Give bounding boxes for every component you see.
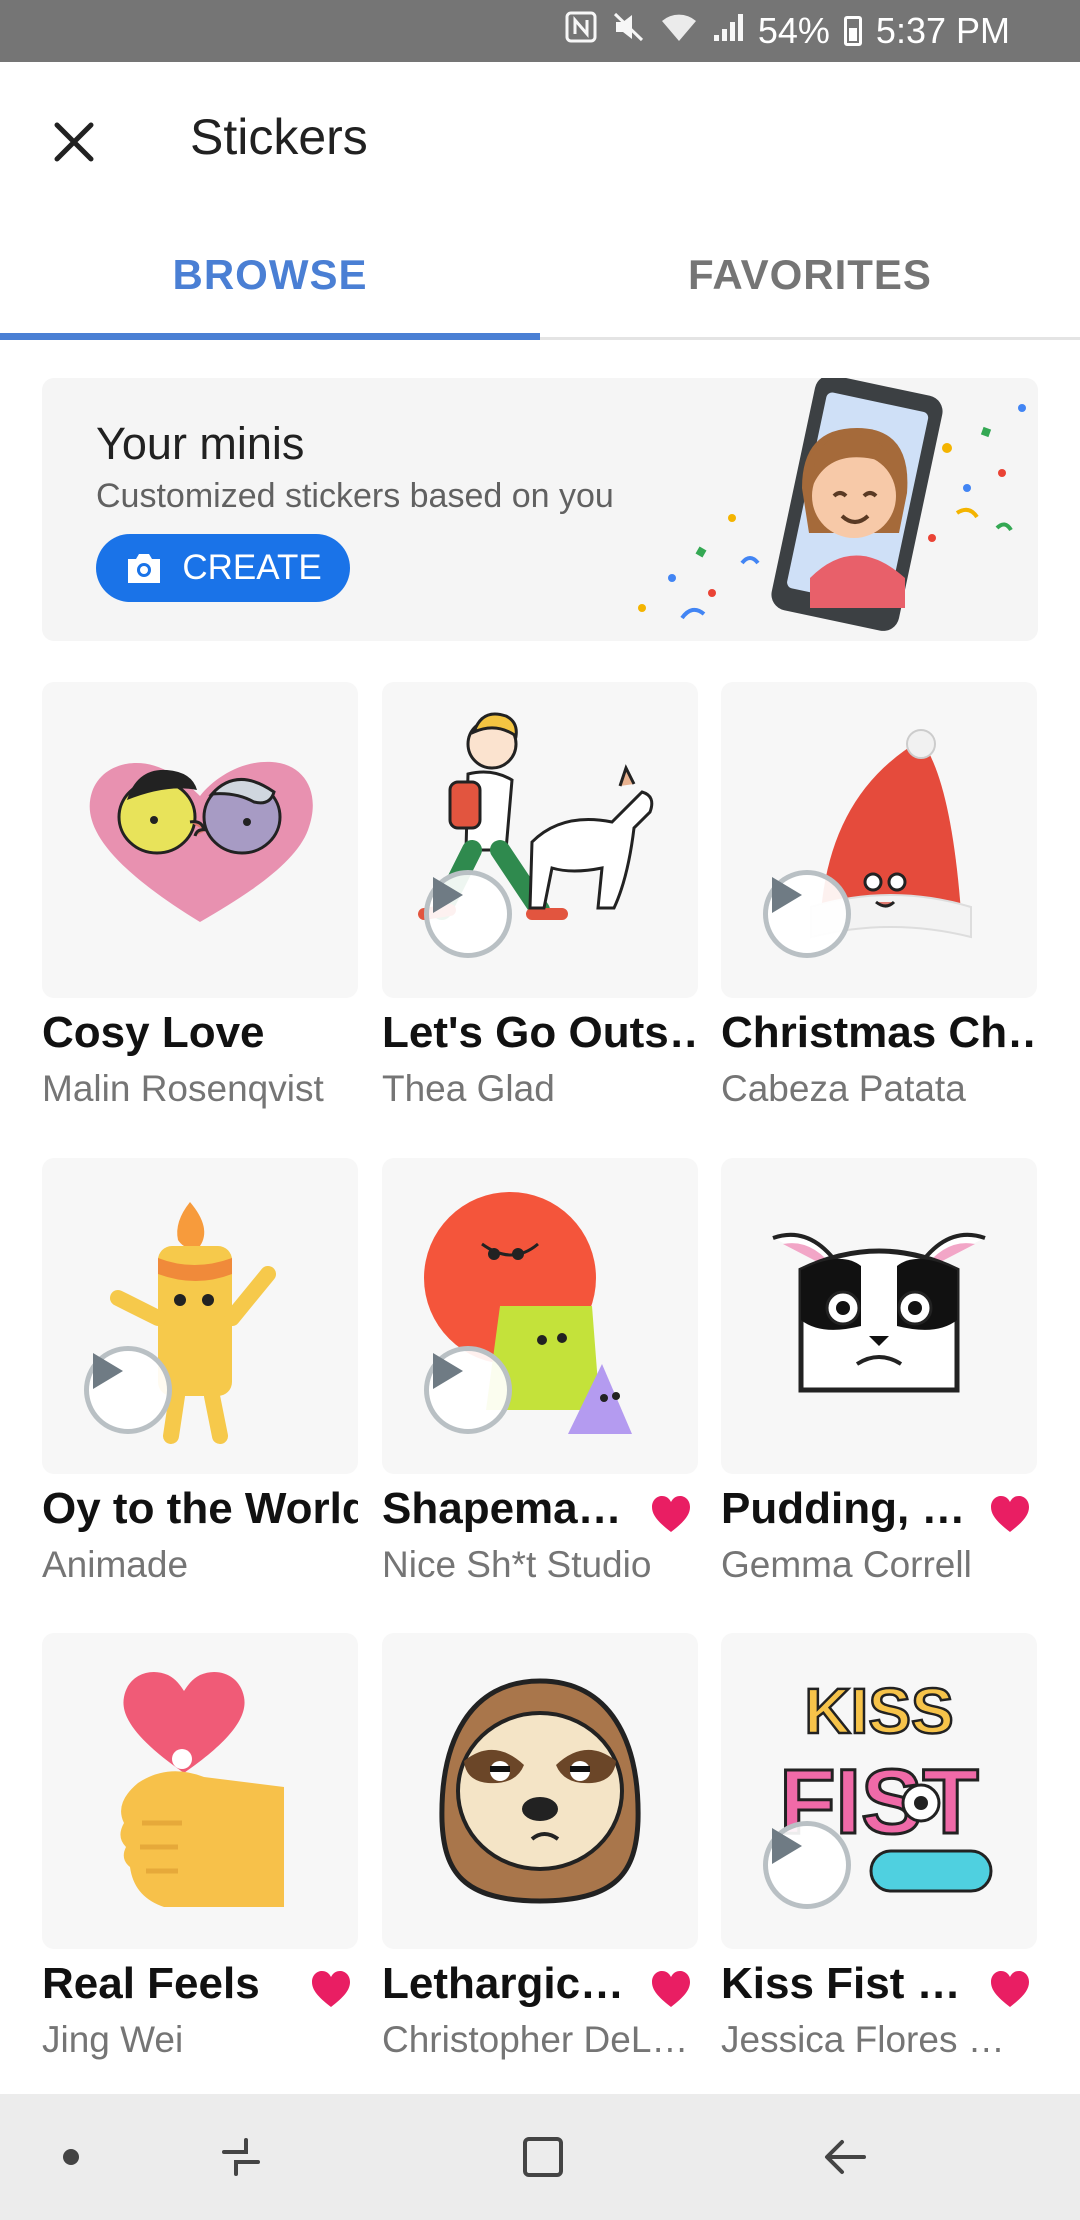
create-button-label: CREATE: [182, 548, 322, 587]
sticker-thumbnail: KISS FIST: [721, 1633, 1037, 1949]
pack-author: Animade: [42, 1544, 189, 1585]
favorite-heart-icon[interactable]: [989, 1494, 1031, 1534]
dot-icon: [63, 2149, 79, 2165]
page-title: Stickers: [190, 109, 368, 165]
pack-name: Real Feels: [42, 1959, 260, 2008]
minis-card: Your minis Customized stickers based on …: [42, 378, 1038, 641]
close-button[interactable]: [32, 100, 116, 184]
battery-percent: 54%: [757, 10, 830, 51]
tab-bar: BROWSE FAVORITES: [0, 212, 1080, 340]
tab-indicator: [0, 333, 540, 340]
sticker-pack-lethargic[interactable]: Lethargic… Christopher DeL…: [382, 1633, 698, 2073]
mute-icon: [612, 10, 646, 52]
pack-author: Christopher DeL…: [382, 2019, 689, 2060]
kiss-text: KISS: [804, 1675, 953, 1747]
pack-name: Christmas Ch…: [721, 1008, 1037, 1057]
sticker-thumbnail: [42, 1158, 358, 1474]
play-icon: [772, 1828, 802, 1864]
play-button[interactable]: [763, 870, 851, 958]
favorite-heart-icon[interactable]: [650, 1969, 692, 2009]
favorite-heart-icon[interactable]: [310, 1969, 352, 2009]
nfc-icon: [564, 10, 598, 52]
pack-name: Pudding, …: [721, 1484, 966, 1533]
play-icon: [433, 1353, 463, 1389]
pack-name: Let's Go Outs…: [382, 1008, 698, 1057]
camera-icon: [128, 554, 161, 583]
sticker-pack-oy-to-the-world[interactable]: Oy to the World Animade: [42, 1158, 358, 1598]
back-button[interactable]: [800, 2122, 890, 2192]
sticker-thumbnail: [382, 1158, 698, 1474]
home-button[interactable]: [498, 2122, 588, 2192]
sticker-thumbnail: [721, 682, 1037, 998]
favorite-heart-icon[interactable]: [989, 1969, 1031, 2009]
sticker-thumbnail: [382, 682, 698, 998]
play-icon: [93, 1353, 123, 1389]
close-icon: [54, 122, 94, 162]
play-button[interactable]: [424, 870, 512, 958]
status-bar: 54% 5:37 PM: [0, 0, 1080, 62]
minis-illustration: [638, 378, 1026, 631]
signal-icon: [712, 11, 744, 51]
pack-author: Jessica Flores …: [721, 2019, 1005, 2060]
app-bar: Stickers: [0, 62, 1080, 212]
play-button[interactable]: [763, 1821, 851, 1909]
pack-author: Jing Wei: [42, 2019, 184, 2060]
clock: 5:37 PM: [875, 10, 1010, 51]
battery-icon: [843, 16, 862, 46]
sticker-pack-pudding[interactable]: Pudding, … Gemma Correll: [721, 1158, 1037, 1598]
wifi-icon: [660, 11, 698, 51]
sticker-pack-cosy-love[interactable]: Cosy Love Malin Rosenqvist: [42, 682, 358, 1122]
recent-apps-icon: [222, 2138, 260, 2176]
pack-name: Cosy Love: [42, 1008, 265, 1057]
pack-author: Gemma Correll: [721, 1544, 972, 1585]
play-button[interactable]: [84, 1346, 172, 1434]
pack-author: Malin Rosenqvist: [42, 1068, 324, 1109]
tab-favorites[interactable]: FAVORITES: [540, 212, 1080, 337]
navigation-bar: [0, 2094, 1080, 2220]
sticker-pack-kiss-fist[interactable]: KISS FIST Kiss Fist … Jessica Flores …: [721, 1633, 1037, 2073]
nav-dot-button[interactable]: [26, 2122, 116, 2192]
pack-name: Kiss Fist …: [721, 1959, 961, 2008]
pack-author: Thea Glad: [382, 1068, 555, 1109]
recent-apps-button[interactable]: [196, 2122, 286, 2192]
home-icon: [523, 2137, 563, 2177]
pack-name: Lethargic…: [382, 1959, 625, 2008]
sticker-pack-shapemates[interactable]: Shapema… Nice Sh*t Studio: [382, 1158, 698, 1598]
minis-subtitle: Customized stickers based on you: [96, 477, 614, 515]
play-icon: [772, 877, 802, 913]
play-button[interactable]: [424, 1346, 512, 1434]
tab-browse[interactable]: BROWSE: [0, 212, 540, 337]
back-icon: [825, 2140, 866, 2174]
favorite-heart-icon[interactable]: [650, 1494, 692, 1534]
sticker-thumbnail: [721, 1158, 1037, 1474]
sticker-pack-real-feels[interactable]: Real Feels Jing Wei: [42, 1633, 358, 2073]
pack-name: Shapema…: [382, 1484, 622, 1533]
play-icon: [433, 877, 463, 913]
pack-name: Oy to the World: [42, 1484, 358, 1533]
minis-title: Your minis: [96, 418, 305, 469]
create-button[interactable]: CREATE: [96, 534, 350, 602]
pack-author: Nice Sh*t Studio: [382, 1544, 652, 1585]
sticker-pack-lets-go-outside[interactable]: Let's Go Outs… Thea Glad: [382, 682, 698, 1122]
sticker-thumbnail: [42, 682, 358, 998]
sticker-thumbnail: [42, 1633, 358, 1949]
sticker-thumbnail: [382, 1633, 698, 1949]
pack-author: Cabeza Patata: [721, 1068, 966, 1109]
sticker-pack-christmas[interactable]: Christmas Ch… Cabeza Patata: [721, 682, 1037, 1122]
